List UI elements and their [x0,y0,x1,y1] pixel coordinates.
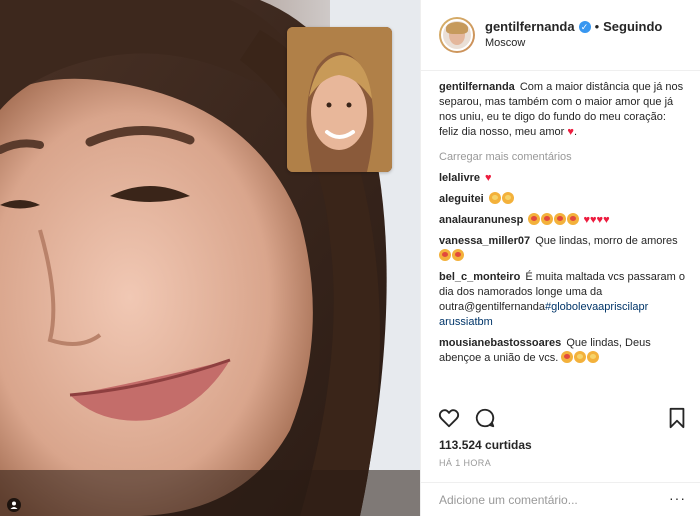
avatar[interactable] [439,17,475,53]
avatar-image [441,19,473,51]
like-button[interactable] [438,407,460,429]
comment-item: mousianebastossoares Que lindas, Deus ab… [439,336,688,366]
heart-eyes-emoji-icon [561,351,574,363]
separator-dot: • [594,19,600,34]
heart-eyes-emoji-icon [452,249,464,261]
comment-username[interactable]: mousianebastossoares [439,337,561,349]
username-link[interactable]: gentilfernanda [485,19,575,35]
likes-count[interactable]: 113.524 curtidas [439,438,532,452]
save-button[interactable] [666,407,688,429]
comment-username[interactable]: analauranunesp [439,214,523,226]
post-caption: gentilfernanda Com a maior distância que… [439,81,684,138]
tagged-user-icon[interactable] [6,498,22,512]
heart-emoji-icon: ♥ [567,126,574,138]
pip-photo [287,27,392,172]
verified-badge-icon: ✓ [578,21,591,33]
heart-outline-icon [438,409,460,428]
heart-eyes-emoji-icon [567,213,580,225]
location-link[interactable]: Moscow [485,35,662,51]
heart-eyes-emoji-icon [541,213,554,225]
action-bar [438,405,688,431]
comment-item: bel_c_monteiro É muita maltada vcs passa… [439,270,688,330]
comment-username[interactable]: lelalivre [439,172,480,184]
comment-item: analauranunesp ♥♥♥♥ [439,213,688,228]
instagram-post: gentilfernanda ✓ • Seguindo Moscow genti… [0,0,700,516]
blush-emoji-icon [501,192,514,204]
comment-item: lelalivre ♥ [439,171,688,186]
load-more-comments-link[interactable]: Carregar mais comentários [439,150,688,165]
following-button[interactable]: Seguindo [603,19,662,35]
comment-item: aleguitei [439,192,688,207]
header-row: gentilfernanda ✓ • Seguindo [485,19,662,35]
caption-username[interactable]: gentilfernanda [439,81,515,93]
blush-emoji-icon [574,351,587,363]
comment-username[interactable]: bel_c_monteiro [439,271,520,283]
comment-input[interactable] [439,493,639,507]
comment-button[interactable] [474,407,496,429]
heart-emoji-icon: ♥♥♥♥ [583,214,610,226]
heart-eyes-emoji-icon [439,249,451,261]
post-photo[interactable] [0,0,420,516]
facetime-pip-video [287,27,392,172]
more-options-icon[interactable]: ··· [669,491,686,505]
heart-eyes-emoji-icon [528,213,541,225]
post-header: gentilfernanda ✓ • Seguindo Moscow [421,0,700,71]
header-text: gentilfernanda ✓ • Seguindo Moscow [485,19,662,51]
comment-item: vanessa_miller07 Que lindas, morro de am… [439,234,688,264]
speech-bubble-icon [475,408,495,428]
heart-eyes-emoji-icon [554,213,567,225]
comment-username[interactable]: aleguitei [439,193,484,205]
comment-text: Que lindas, morro de amores [535,235,678,247]
blush-emoji-icon [587,351,600,363]
blush-emoji-icon [488,192,501,204]
post-sidebar: gentilfernanda ✓ • Seguindo Moscow genti… [420,0,700,516]
add-comment-bar [421,482,700,516]
heart-emoji-icon: ♥ [485,172,492,184]
post-timestamp[interactable]: HÁ 1 HORA [439,458,491,468]
comments-list[interactable]: gentilfernanda Com a maior distância que… [439,80,688,398]
bookmark-icon [669,407,685,429]
comment-username[interactable]: vanessa_miller07 [439,235,530,247]
